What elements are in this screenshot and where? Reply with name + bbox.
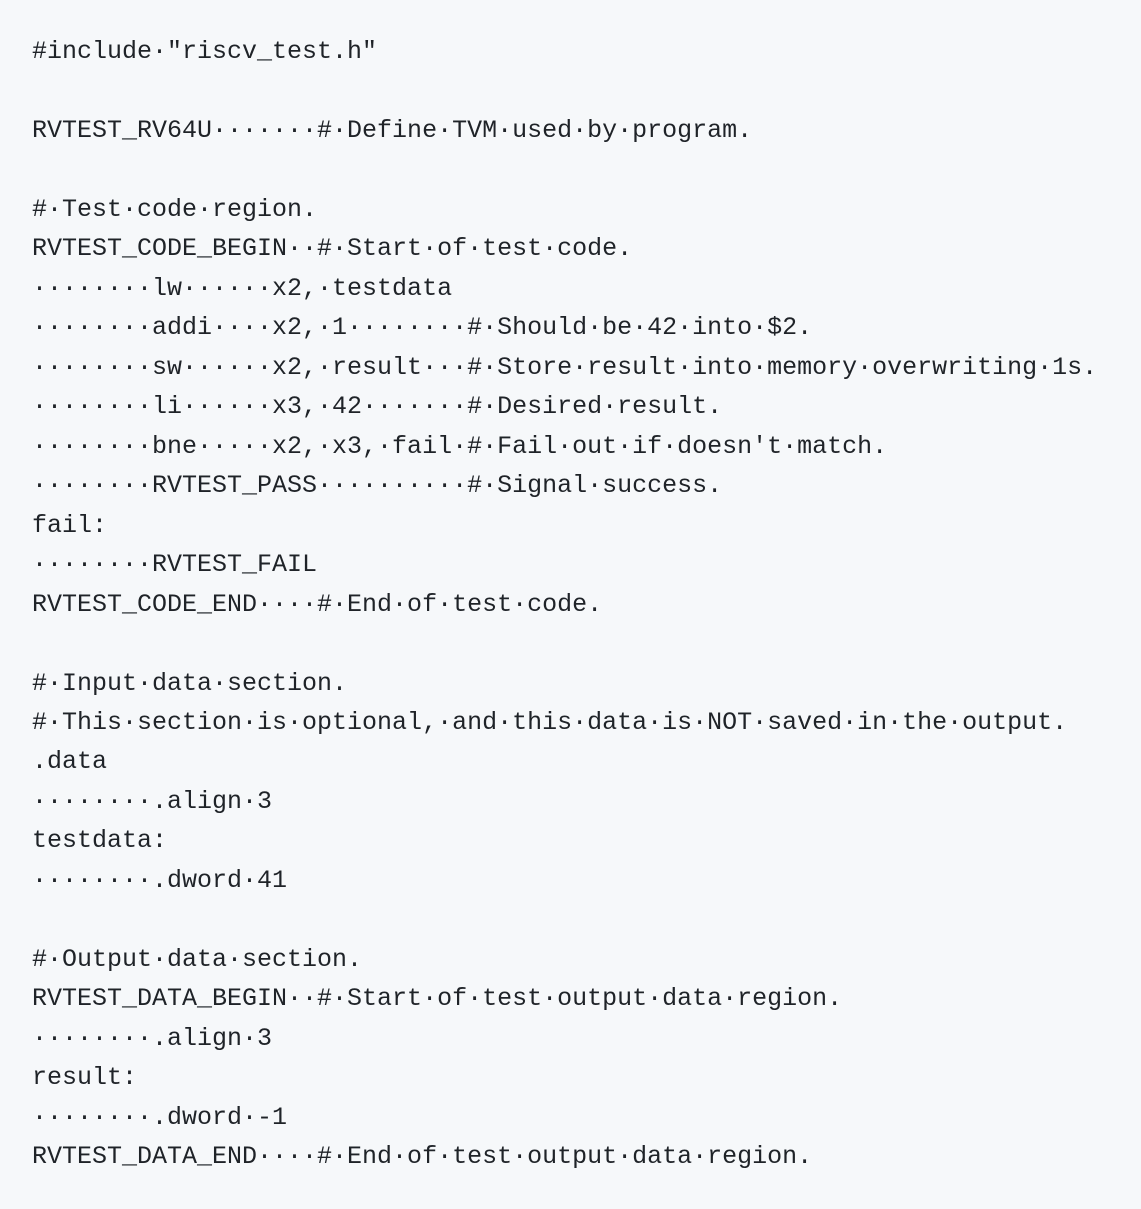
code-line: #·This·section·is·optional,·and·this·dat… [32,707,1068,737]
code-line: ········.align·3 [32,1023,273,1053]
code-line: fail: [32,510,108,540]
code-line: ········RVTEST_FAIL [32,550,318,580]
code-line: ········lw······x2,·testdata [32,273,453,303]
code-line: #include·"riscv_test.h" [32,37,378,66]
code-line: #·Input·data·section. [32,668,348,698]
code-line: RVTEST_RV64U·······#·Define·TVM·used·by·… [32,115,753,145]
code-line: ········.align·3 [32,786,273,816]
code-line: RVTEST_DATA_BEGIN··#·Start·of·test·outpu… [32,984,843,1014]
code-line: #·Output·data·section. [32,944,363,974]
code-line: ········sw······x2,·result···#·Store·res… [32,352,1098,382]
code-line: #·Test·code·region. [32,194,318,224]
code-line: ········addi····x2,·1········#·Should·be… [32,313,813,343]
code-line: ········bne·····x2,·x3,·fail·#·Fail·out·… [32,431,888,461]
code-line: .data [32,747,108,777]
code-line: ········RVTEST_PASS··········#·Signal·su… [32,471,723,501]
code-block: #include·"riscv_test.h" RVTEST_RV64U····… [0,0,1141,1209]
code-line: ········li······x3,·42·······#·Desired·r… [32,392,723,422]
code-line: testdata: [32,826,168,856]
code-line: result: [32,1063,138,1093]
code-line: RVTEST_DATA_END····#·End·of·test·output·… [32,1142,813,1172]
code-line: ········.dword·41 [32,865,288,895]
code-line: RVTEST_CODE_BEGIN··#·Start·of·test·code. [32,234,633,264]
code-line: RVTEST_CODE_END····#·End·of·test·code. [32,589,603,619]
code-line: ········.dword·-1 [32,1102,288,1132]
